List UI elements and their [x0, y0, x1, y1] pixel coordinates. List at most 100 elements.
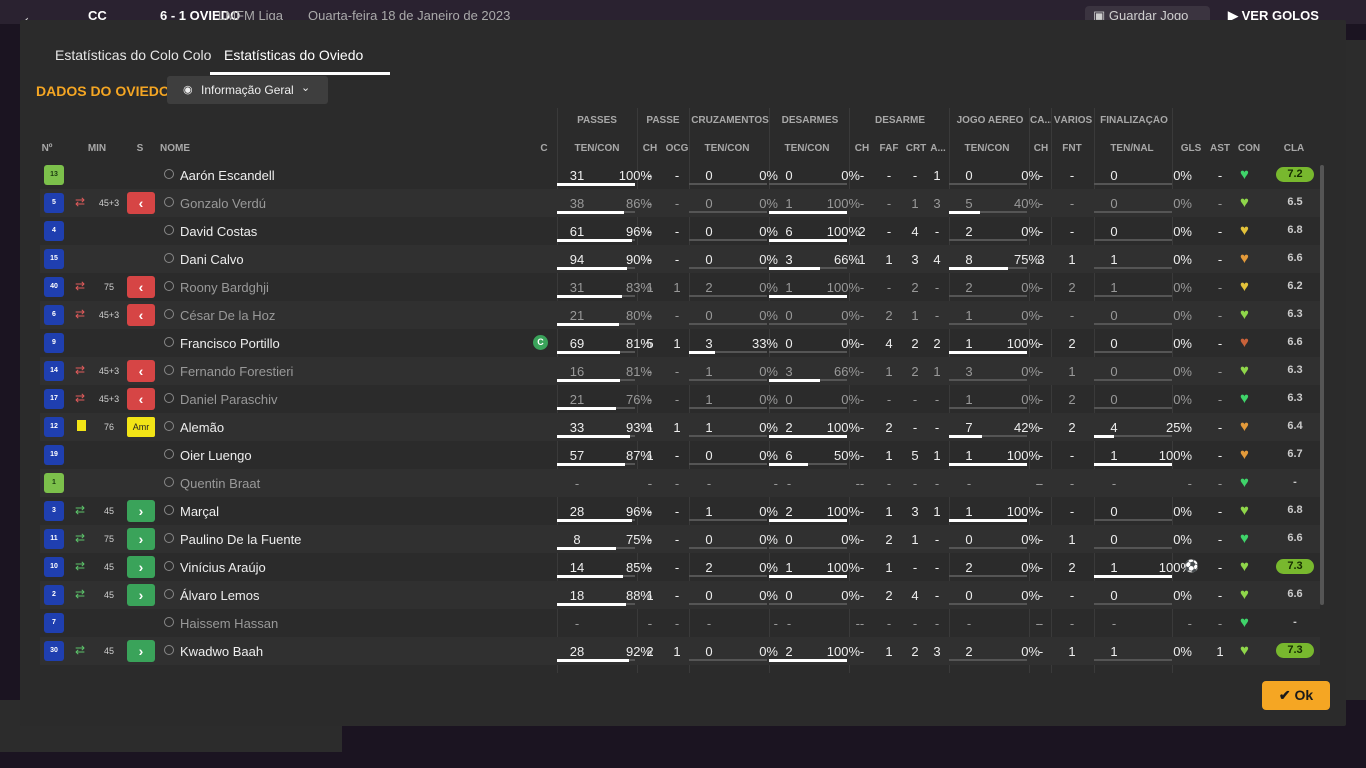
- column-header-min[interactable]: MIN: [82, 143, 112, 154]
- shots-bar-fill: [1094, 575, 1172, 578]
- shirt-icon: 10: [44, 557, 64, 577]
- cell-cr_p: 0%: [759, 224, 778, 239]
- table-row[interactable]: 6 ⇄ 45+3 ‹ César De la Hoz 21 80% - -0 0% 0 0% -2 1-1…: [40, 301, 1320, 329]
- player-profile-icon[interactable]: [164, 197, 174, 207]
- column-header-s[interactable]: S: [128, 143, 152, 154]
- subbed-on-chip[interactable]: ›: [127, 556, 155, 578]
- ok-button[interactable]: ✔ Ok: [1262, 681, 1330, 710]
- subbed-on-chip[interactable]: ›: [127, 500, 155, 522]
- sub-on-icon: ⇄: [75, 587, 86, 601]
- subbed-on-chip[interactable]: ›: [127, 528, 155, 550]
- cell-d_crt: 3: [911, 504, 919, 519]
- column-header-ca_ch[interactable]: CH: [1031, 143, 1051, 154]
- table-row[interactable]: 13 Aarón Escandell 31 100% - -0 0% 0 0% - - -1 0 0% - -…: [40, 161, 1320, 189]
- subbed-off-chip[interactable]: ‹: [127, 304, 155, 326]
- player-profile-icon[interactable]: [164, 533, 174, 543]
- table-scrollbar[interactable]: [1320, 165, 1324, 605]
- column-header-num[interactable]: Nº: [32, 143, 62, 154]
- player-rating: 6.2: [1287, 280, 1303, 292]
- column-header-con[interactable]: CON: [1236, 143, 1262, 154]
- column-header-passe_ch[interactable]: CH: [638, 143, 662, 154]
- cell-ca: -: [1038, 560, 1044, 575]
- player-profile-icon[interactable]: [164, 281, 174, 291]
- column-header-des_faf[interactable]: FAF: [876, 143, 902, 154]
- player-profile-icon[interactable]: [164, 169, 174, 179]
- cell-p_t: 8: [573, 532, 581, 547]
- player-profile-icon[interactable]: [164, 505, 174, 515]
- subbed-on-chip[interactable]: ›: [127, 640, 155, 662]
- table-row[interactable]: 3 ⇄ 45 › Marçal 28 96% - -1 0% 2 100% -1 3 1 1 100% - -0 0%…: [40, 497, 1320, 525]
- player-profile-icon[interactable]: [164, 225, 174, 235]
- table-row[interactable]: 9 Francisco Portillo C 69 81% 5 1 3 33% 0 0% -4 2 2 1 1…: [40, 329, 1320, 357]
- column-header-desarmes[interactable]: TEN/CON: [778, 143, 836, 154]
- stats-dialog: Estatísticas do Colo Colo Estatísticas d…: [20, 20, 1346, 726]
- player-profile-icon[interactable]: [164, 253, 174, 263]
- column-header-var_fnt[interactable]: FNT: [1060, 143, 1084, 154]
- player-profile-icon[interactable]: [164, 421, 174, 431]
- table-row[interactable]: 10 ⇄ 45 › Vinícius Araújo 14 85% - -2 0% 1 100% -1- -…: [40, 553, 1320, 581]
- player-profile-icon[interactable]: [164, 645, 174, 655]
- cell-d_ch: -: [859, 532, 865, 547]
- column-header-cruz[interactable]: TEN/CON: [698, 143, 756, 154]
- shirt-icon: 1: [44, 473, 64, 493]
- column-header-ast[interactable]: AST: [1208, 143, 1232, 154]
- subbed-off-chip[interactable]: ‹: [127, 388, 155, 410]
- subbed-off-chip[interactable]: ‹: [127, 276, 155, 298]
- cell-cr_p: 0%: [759, 392, 778, 407]
- player-profile-icon[interactable]: [164, 393, 174, 403]
- player-profile-icon[interactable]: [164, 309, 174, 319]
- aerial-bar-track: [949, 603, 1027, 605]
- cell-fnt: -: [1069, 224, 1075, 239]
- column-header-passes[interactable]: TEN/CON: [568, 143, 626, 154]
- cell-cr_p: 0%: [759, 644, 778, 659]
- player-profile-icon[interactable]: [164, 449, 174, 459]
- column-header-aereo[interactable]: TEN/CON: [958, 143, 1016, 154]
- column-header-cla[interactable]: CLA: [1275, 143, 1313, 154]
- player-profile-icon[interactable]: [164, 589, 174, 599]
- table-row[interactable]: 2 ⇄ 45 › Álvaro Lemos 18 88% 1-0 0% 0 0% -2 4-0 0% - -0…: [40, 581, 1320, 609]
- table-row[interactable]: 17 ⇄ 45+3 ‹ Daniel Paraschiv 21 76% - -1 0% 0 0% - - -…: [40, 385, 1320, 413]
- cell-de_t: 0: [785, 392, 793, 407]
- table-row[interactable]: 30 ⇄ 45 › Kwadwo Baah 28 92% 2 1 0 0% 2 100% -1 2 3 2 0% -…: [40, 637, 1320, 665]
- column-header-fin[interactable]: TEN/NAL: [1103, 143, 1161, 154]
- cell-d_crt: 4: [911, 588, 919, 603]
- cell-d_crt: 5: [911, 448, 919, 463]
- player-profile-icon[interactable]: [164, 337, 174, 347]
- crosses-bar-track: [689, 183, 767, 185]
- player-profile-icon[interactable]: [164, 365, 174, 375]
- sub-on-icon: ⇄: [75, 503, 86, 517]
- table-row[interactable]: 4 David Costas 61 96% - -0 0% 6 100% 2-4-2 0% - -0 0%…: [40, 217, 1320, 245]
- table-row[interactable]: 12 76 Amr Alemão 33 93% 1 1 1 0% 2 100% -2- -7 42% -2 4 2…: [40, 413, 1320, 441]
- player-rating: 6.3: [1287, 308, 1303, 320]
- column-header-name[interactable]: NOME: [160, 143, 220, 154]
- table-row[interactable]: 19 Oier Luengo 57 87% 1-0 0% 6 50% -1 5 1 1 100% - -1 1…: [40, 441, 1320, 469]
- subbed-off-chip[interactable]: ‹: [127, 192, 155, 214]
- player-profile-icon[interactable]: [164, 561, 174, 571]
- table-row[interactable]: 5 ⇄ 45+3 ‹ Gonzalo Verdú 38 86% - -0 0% 1 100% - -1 3 5…: [40, 189, 1320, 217]
- cell-p_t: 31: [569, 280, 585, 295]
- condition-heart-icon: ♥: [1240, 614, 1249, 631]
- cell-d_a: -: [934, 616, 940, 631]
- column-header-gls[interactable]: GLS: [1178, 143, 1204, 154]
- column-header-des_ch[interactable]: CH: [852, 143, 872, 154]
- subbed-off-chip[interactable]: ‹: [127, 360, 155, 382]
- cell-d_ch: -: [859, 336, 865, 351]
- column-header-passe_ocg[interactable]: OCG: [663, 143, 691, 154]
- subbed-on-chip[interactable]: ›: [127, 584, 155, 606]
- column-header-des_a[interactable]: A...: [928, 143, 948, 154]
- column-header-des_crt[interactable]: CRT: [903, 143, 929, 154]
- minutes-played: 75: [103, 534, 114, 544]
- cell-d_ch: -: [859, 420, 865, 435]
- column-header-c[interactable]: C: [534, 143, 554, 154]
- cell-ocg: -: [674, 588, 680, 603]
- player-profile-icon[interactable]: [164, 477, 174, 487]
- cell-d_faf: 2: [885, 588, 893, 603]
- table-row[interactable]: 1 Quentin Braat - - - - - - - - - - - - - - - - - - - ♥ -: [40, 469, 1320, 497]
- table-row[interactable]: 15 Dani Calvo 94 90% - -0 0% 3 66% 1 1 3 4 8 75% 3 1 1 0% -…: [40, 245, 1320, 273]
- table-row[interactable]: 40 ⇄ 75 ‹ Roony Bardghji 31 83% 1 1 2 0% 1 100% - -2-2…: [40, 273, 1320, 301]
- player-profile-icon[interactable]: [164, 617, 174, 627]
- cell-cr_t: -: [706, 616, 712, 631]
- table-row[interactable]: 11 ⇄ 75 › Paulino De la Fuente 8 75% - -0 0% 0 0% -2…: [40, 525, 1320, 553]
- table-row[interactable]: 7 Haissem Hassan - - - - - - - - - - - - - - - - - - - ♥ -: [40, 609, 1320, 637]
- table-row[interactable]: 14 ⇄ 45+3 ‹ Fernando Forestieri 16 81% - -1 0% 3 66…: [40, 357, 1320, 385]
